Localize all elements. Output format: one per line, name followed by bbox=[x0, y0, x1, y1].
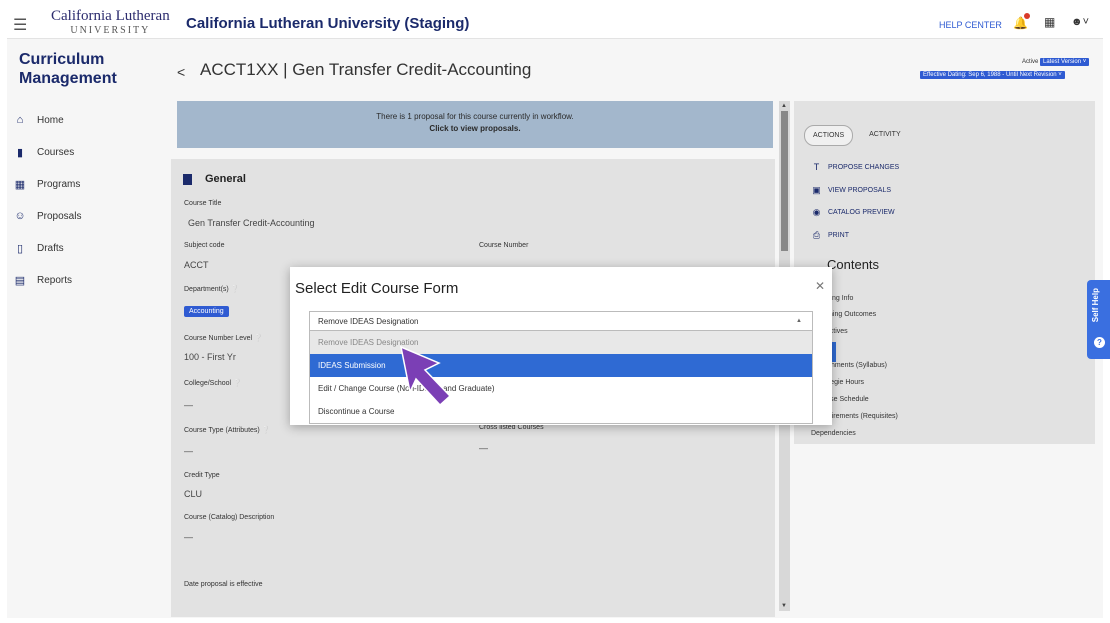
course-title-label: Course Title bbox=[184, 200, 222, 207]
right-panel bbox=[794, 101, 1095, 444]
course-type-label: Course Type (Attributes) ❔ bbox=[184, 427, 271, 434]
app-title: California Lutheran University (Staging) bbox=[186, 15, 470, 32]
option-remove-ideas: Remove IDEAS Designation bbox=[310, 331, 812, 354]
notification-dot bbox=[1024, 13, 1030, 19]
modal-title: Select Edit Course Form bbox=[295, 280, 459, 297]
sidebar-item-proposals[interactable]: ☺ Proposals bbox=[13, 206, 81, 226]
option-discontinue-course[interactable]: Discontinue a Course bbox=[310, 400, 812, 423]
section-icon bbox=[183, 173, 192, 185]
credit-type-value: CLU bbox=[184, 489, 203, 499]
sidebar-item-programs[interactable]: ▦ Programs bbox=[13, 174, 81, 194]
info-icon[interactable]: ❔ bbox=[254, 335, 263, 342]
document-icon: ▯ bbox=[16, 242, 24, 255]
propose-changes-link[interactable]: T PROPOSE CHANGES bbox=[811, 162, 899, 172]
course-type-value: — bbox=[184, 446, 193, 456]
print-link[interactable]: ⎙ PRINT bbox=[811, 230, 849, 241]
select-edit-course-form-modal: Select Edit Course Form ✕ Remove IDEAS D… bbox=[290, 267, 832, 425]
scroll-down-icon[interactable]: ▼ bbox=[781, 603, 787, 609]
grid-icon: ▦ bbox=[14, 178, 26, 191]
scrollbar-thumb[interactable] bbox=[781, 111, 788, 251]
course-title: ACCT1XX | Gen Transfer Credit-Accounting bbox=[200, 60, 532, 79]
department-badge: Accounting bbox=[184, 306, 229, 317]
effective-date-label: Date proposal is effective bbox=[184, 581, 263, 588]
chart-icon: ▤ bbox=[14, 274, 26, 287]
version-dropdown[interactable]: Latest Version ˅ bbox=[1040, 58, 1090, 66]
print-icon: ⎙ bbox=[812, 230, 821, 240]
help-center-link[interactable]: HELP CENTER bbox=[939, 20, 1002, 30]
college-label: College/School ❔ bbox=[184, 380, 242, 387]
contents-item[interactable]: Dependencies bbox=[811, 430, 856, 437]
crosslisted-label: Cross listed Courses bbox=[479, 424, 544, 431]
help-icon: ? bbox=[1094, 337, 1105, 348]
sidebar: Curriculum Management ⌂ Home ▮ Courses ▦… bbox=[7, 40, 147, 618]
department-label: Department(s) ❔ bbox=[184, 286, 240, 293]
tab-actions[interactable]: ACTIONS bbox=[804, 125, 854, 146]
close-icon[interactable]: ✕ bbox=[815, 279, 825, 293]
scroll-up-icon[interactable]: ▲ bbox=[781, 103, 787, 109]
caret-up-icon: ▲ bbox=[796, 318, 802, 324]
view-proposals-link[interactable]: Click to view proposals. bbox=[429, 124, 520, 133]
proposal-notice-banner[interactable]: There is 1 proposal for this course curr… bbox=[177, 101, 773, 148]
catalog-preview-link[interactable]: ◉ CATALOG PREVIEW bbox=[811, 207, 895, 218]
info-icon[interactable]: ❔ bbox=[262, 427, 271, 434]
contents-heading: Contents bbox=[827, 257, 880, 272]
form-select[interactable]: Remove IDEAS Designation ▲ bbox=[309, 311, 813, 331]
status-text: Active bbox=[1022, 59, 1039, 65]
general-heading: General bbox=[183, 173, 246, 185]
book-icon: ▮ bbox=[16, 146, 24, 159]
description-value: — bbox=[184, 532, 193, 542]
sidebar-item-courses[interactable]: ▮ Courses bbox=[13, 142, 74, 162]
description-label: Course (Catalog) Description bbox=[184, 514, 275, 521]
option-ideas-submission[interactable]: IDEAS Submission bbox=[310, 354, 812, 377]
level-value: 100 - First Yr bbox=[184, 352, 236, 362]
level-label: Course Number Level ❔ bbox=[184, 335, 263, 342]
tab-activity[interactable]: ACTIVITY bbox=[861, 125, 909, 146]
search-icon: ▣ bbox=[812, 185, 821, 195]
top-bar: ☰ California Lutheran UNIVERSITY Califor… bbox=[7, 7, 1103, 39]
info-icon[interactable]: ❔ bbox=[233, 380, 242, 387]
sidebar-item-drafts[interactable]: ▯ Drafts bbox=[13, 238, 64, 258]
eye-icon: ◉ bbox=[812, 207, 821, 217]
info-icon[interactable]: ❔ bbox=[231, 286, 240, 293]
subject-code-label: Subject code bbox=[184, 242, 225, 249]
self-help-button[interactable]: Self Help ? bbox=[1087, 280, 1110, 359]
user-menu-icon[interactable]: ☻˅ bbox=[1071, 16, 1089, 28]
subject-code-value: ACCT bbox=[184, 260, 209, 270]
sidebar-item-home[interactable]: ⌂ Home bbox=[13, 110, 64, 130]
back-chevron-icon[interactable]: < bbox=[177, 64, 185, 80]
form-options-list: Remove IDEAS Designation IDEAS Submissio… bbox=[309, 331, 813, 424]
crosslisted-value: — bbox=[479, 443, 488, 453]
app-frame: ☰ California Lutheran UNIVERSITY Califor… bbox=[7, 7, 1103, 618]
sidebar-item-reports[interactable]: ▤ Reports bbox=[13, 270, 72, 290]
view-proposals-action[interactable]: ▣ VIEW PROPOSALS bbox=[811, 185, 891, 196]
course-number-label: Course Number bbox=[479, 242, 529, 249]
course-title-value: Gen Transfer Credit-Accounting bbox=[188, 218, 315, 228]
sidebar-title: Curriculum Management bbox=[19, 51, 117, 87]
university-logo[interactable]: California Lutheran UNIVERSITY bbox=[51, 9, 170, 36]
effective-dating-dropdown[interactable]: Effective Dating: Sep 6, 1988 - Until Ne… bbox=[920, 71, 1065, 79]
apps-grid-icon[interactable]: ▦ bbox=[1044, 15, 1055, 29]
right-panel-tabs: ACTIONS ACTIVITY bbox=[804, 125, 909, 146]
option-edit-change-course[interactable]: Edit / Change Course (Non-IDEAS and Grad… bbox=[310, 377, 812, 400]
college-value: — bbox=[184, 400, 193, 410]
home-icon: ⌂ bbox=[16, 114, 24, 126]
menu-icon[interactable]: ☰ bbox=[13, 15, 27, 35]
people-icon: ☺ bbox=[14, 210, 26, 222]
credit-type-label: Credit Type bbox=[184, 472, 220, 479]
text-format-icon: T bbox=[813, 162, 820, 172]
